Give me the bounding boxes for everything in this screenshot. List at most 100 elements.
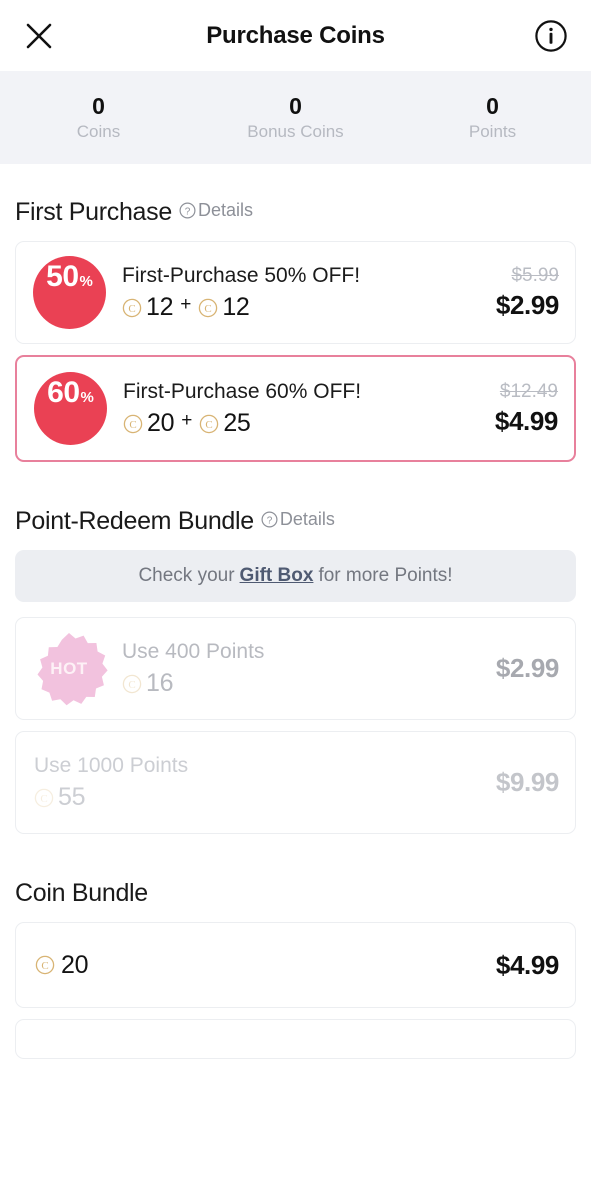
offer-current-price: $4.99 (494, 405, 558, 436)
stat-bonus-coins-label: Bonus Coins (247, 122, 344, 141)
discount-badge-wrap: 50 % (16, 256, 122, 329)
stat-coins-value: 0 (92, 93, 105, 119)
first-purchase-details-link[interactable]: ? Details (179, 200, 253, 221)
first-purchase-title: First Purchase (15, 198, 172, 226)
stat-points-label: Points (468, 122, 517, 141)
first-purchase-section: First Purchase ? Details 50 % First-Purc… (0, 164, 591, 462)
page-title: Purchase Coins (206, 21, 385, 49)
discount-badge-percent: % (79, 273, 93, 290)
first-purchase-header: First Purchase ? Details (15, 164, 576, 241)
svg-text:C: C (128, 303, 135, 315)
offer-title: First-Purchase 60% OFF! (123, 380, 362, 403)
offer-coin-amount: 20 (147, 409, 175, 437)
coin-icon: C (35, 955, 55, 975)
hot-badge: HOT (29, 629, 109, 709)
svg-text:C: C (206, 419, 213, 431)
question-mark-icon: ? (179, 202, 196, 219)
svg-text:C: C (128, 679, 135, 691)
discount-badge-percent: % (80, 389, 94, 406)
offer-original-price: $5.99 (511, 264, 559, 286)
svg-text:C: C (41, 960, 48, 972)
offer-price-col: $12.49 $4.99 (448, 380, 574, 436)
coin-bundle-header: Coin Bundle (15, 845, 576, 922)
offer-body: First-Purchase 50% OFF! C 12 + C 12 (122, 265, 449, 320)
purchase-coins-screen: Purchase Coins 0 Coins 0 Bonus Coins 0 P… (0, 0, 591, 1178)
discount-badge-60: 60 % (33, 372, 107, 445)
offer-coin-row: C 12 + C 12 (122, 295, 441, 320)
coin-icon: C (34, 788, 54, 808)
coin-bundle-offer-card[interactable]: C 20 $4.99 (15, 922, 576, 1008)
wallet-stats-bar: 0 Coins 0 Bonus Coins 0 Points (0, 71, 591, 164)
offer-bonus-coin-amount: 12 (222, 293, 250, 321)
offer-original-price: $12.49 (499, 380, 558, 402)
gift-banner-suffix: for more Points! (318, 565, 453, 586)
hot-badge-wrap: HOT (16, 629, 122, 709)
svg-text:?: ? (267, 515, 273, 526)
svg-text:C: C (40, 793, 47, 805)
offer-coin-row: C 20 (35, 950, 89, 979)
point-redeem-offer-card[interactable]: Use 1000 Points C 55 $9.99 (15, 731, 576, 834)
point-redeem-offer-card[interactable]: HOT Use 400 Points C 16 $2.99 (15, 617, 576, 720)
offer-current-price: $2.99 (495, 653, 559, 684)
gift-box-link[interactable]: Gift Box (240, 565, 314, 587)
offer-plus-sign: + (181, 410, 193, 431)
coin-bundle-offer-card-partial[interactable] (15, 1019, 576, 1059)
coin-icon: C (122, 674, 142, 694)
discount-badge-wrap: 60 % (17, 372, 123, 445)
first-purchase-offer-card-selected[interactable]: 60 % First-Purchase 60% OFF! C 20 + C 25… (15, 355, 576, 462)
discount-badge-number: 50 (46, 260, 79, 293)
offer-current-price: $9.99 (495, 767, 559, 798)
offer-price-col: $2.99 (449, 654, 575, 683)
offer-body: First-Purchase 60% OFF! C 20 + C 25 (123, 381, 448, 436)
offer-plus-sign: + (180, 294, 192, 315)
offer-body: Use 400 Points C 16 (122, 641, 449, 696)
question-mark-icon: ? (261, 511, 278, 528)
bonus-coin-icon: C (199, 414, 219, 434)
gift-banner-prefix: Check your (138, 565, 235, 586)
offer-current-price: $2.99 (495, 289, 559, 320)
discount-badge-number: 60 (47, 376, 80, 409)
svg-text:?: ? (185, 206, 191, 217)
svg-text:C: C (129, 419, 136, 431)
stat-coins: 0 Coins (0, 93, 197, 141)
offer-price-col: $9.99 (449, 768, 575, 797)
first-purchase-details-label: Details (197, 200, 253, 220)
point-redeem-title: Point-Redeem Bundle (15, 507, 254, 535)
bonus-coin-icon: C (198, 298, 218, 318)
coin-bundle-section: Coin Bundle C 20 $4.99 (0, 845, 591, 1059)
stat-coins-label: Coins (76, 122, 121, 141)
offer-bonus-coin-amount: 25 (223, 409, 251, 437)
info-icon[interactable] (530, 15, 572, 57)
discount-badge-50: 50 % (32, 256, 106, 329)
offer-coin-amount: 55 (58, 783, 86, 811)
offer-coin-amount: 16 (146, 669, 174, 697)
point-redeem-details-label: Details (279, 509, 335, 529)
offer-coin-amount: 20 (61, 950, 89, 979)
offer-current-price: $4.99 (495, 949, 559, 980)
offer-title: First-Purchase 50% OFF! (122, 264, 361, 287)
offer-title: Use 400 Points (122, 640, 265, 663)
hot-badge-label: HOT (50, 658, 88, 678)
point-redeem-section: Point-Redeem Bundle ? Details Check your… (0, 473, 591, 834)
stat-bonus-coins: 0 Bonus Coins (197, 93, 394, 141)
coin-icon: C (122, 298, 142, 318)
offer-coin-row: C 55 (34, 785, 441, 810)
offer-price-col: $5.99 $2.99 (449, 264, 575, 320)
offer-coin-amount: 12 (146, 293, 174, 321)
first-purchase-offer-card[interactable]: 50 % First-Purchase 50% OFF! C 12 + C 12… (15, 241, 576, 344)
close-icon[interactable] (19, 16, 59, 56)
offer-coin-row: C 20 + C 25 (123, 411, 440, 436)
point-redeem-header: Point-Redeem Bundle ? Details (15, 473, 576, 550)
offer-body: Use 1000 Points C 55 (16, 755, 449, 810)
offer-title: Use 1000 Points (34, 754, 189, 777)
point-redeem-details-link[interactable]: ? Details (261, 509, 335, 530)
svg-text:C: C (205, 303, 212, 315)
stat-points: 0 Points (394, 93, 591, 141)
coin-icon: C (123, 414, 143, 434)
app-header: Purchase Coins (0, 0, 591, 71)
stat-points-value: 0 (486, 93, 499, 119)
gift-box-banner: Check your Gift Box for more Points! (15, 550, 576, 602)
offer-coin-row: C 16 (122, 671, 441, 696)
stat-bonus-coins-value: 0 (289, 93, 302, 119)
coin-bundle-title: Coin Bundle (15, 879, 148, 907)
